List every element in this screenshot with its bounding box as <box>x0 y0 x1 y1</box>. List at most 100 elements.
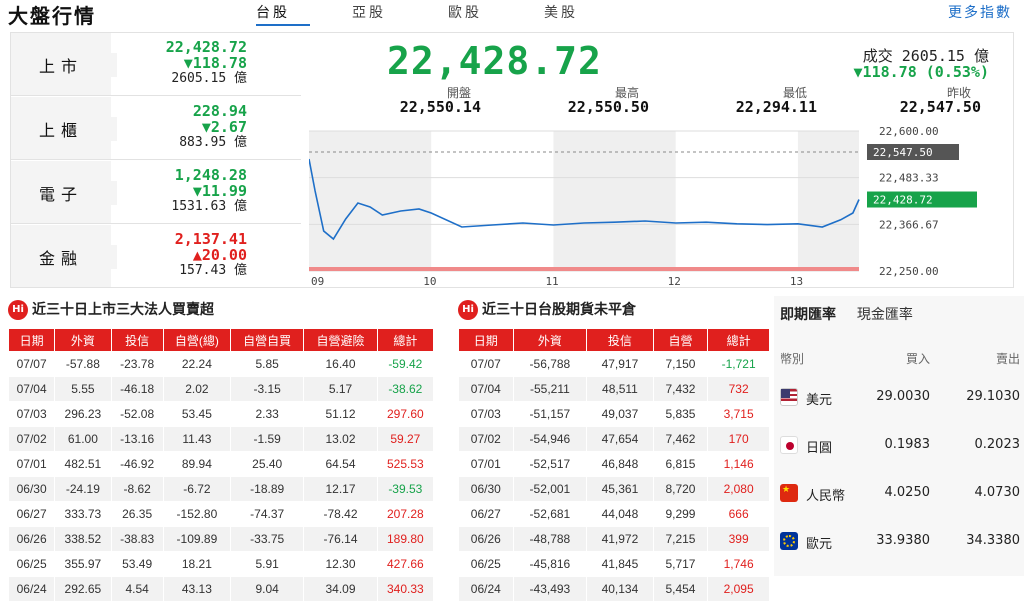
table-cell: 333.73 <box>64 507 102 521</box>
inst-col-header: 外資 <box>55 329 111 351</box>
table-cell: 355.97 <box>64 557 102 571</box>
table-cell: 06/30 <box>9 477 55 501</box>
table-cell: 16.40 <box>325 357 356 371</box>
table-row: 07/07 -57.88 -23.78 22.24 5.85 16.40 -59.42 <box>9 352 433 376</box>
inst-col-header: 自營避險 <box>304 329 377 351</box>
table-cell: 338.52 <box>55 527 111 551</box>
ohlc-high: 最高 22,550.50 <box>567 86 649 116</box>
table-cell: 18.21 <box>181 557 212 571</box>
table-cell: 9.04 <box>231 577 304 601</box>
table-cell: 06/25 <box>470 557 501 571</box>
table-cell: -1,721 <box>721 357 756 371</box>
fx-header: 幣別 買入 賣出 <box>780 352 1020 366</box>
table-cell: 5.91 <box>255 557 279 571</box>
table-row: 06/26 -48,788 41,972 7,215 399 <box>459 527 769 551</box>
table-cell: -45,816 <box>529 557 571 571</box>
index-change: ▼11.99 <box>192 182 247 200</box>
index-volume: 1531.63 億 <box>171 199 247 214</box>
index-row-electronics[interactable]: 電子 1,248.28 ▼11.99 1531.63 億 <box>11 161 301 224</box>
tab-cash-rate[interactable]: 現金匯率 <box>857 304 913 324</box>
x-tick-label: 12 <box>668 275 681 287</box>
index-name: 電子 <box>37 181 117 205</box>
table-cell: 207.28 <box>386 507 424 521</box>
table-cell: 06/25 <box>16 557 47 571</box>
table-cell: -76.14 <box>304 527 377 551</box>
tab-europe[interactable]: 歐股 <box>448 2 544 22</box>
table-cell: 5,835 <box>665 407 696 421</box>
tab-tw[interactable]: 台股 <box>256 2 352 22</box>
table-cell: -18.89 <box>231 477 304 501</box>
table-cell: 44,048 <box>601 507 639 521</box>
fx-row-usd[interactable]: 美元 29.0030 29.1030 <box>780 386 1020 410</box>
fx-row-cny[interactable]: ★ 人民幣 4.0250 4.0730 <box>780 482 1020 506</box>
table-cell: -46.92 <box>120 457 155 471</box>
fx-row-jpy[interactable]: 日圓 0.1983 0.2023 <box>780 434 1020 458</box>
eu-flag-icon <box>780 532 798 550</box>
table-cell: 07/04 <box>459 377 513 401</box>
index-row-finance[interactable]: 金融 2,137.41 ▲20.00 157.43 億 <box>11 225 301 288</box>
table-cell: -39.53 <box>377 477 433 501</box>
table-cell: -57.88 <box>65 357 100 371</box>
table-row: 06/27 333.73 26.35 -152.80 -74.37 -78.42 207.2… <box>9 502 433 526</box>
table-cell: 26.35 <box>122 507 153 521</box>
index-row-otc[interactable]: 上櫃 228.94 ▼2.67 883.95 億 <box>11 97 301 160</box>
table-cell: -54,946 <box>513 427 587 451</box>
table-cell: 07/02 <box>459 427 513 451</box>
table-cell: 07/03 <box>470 407 501 421</box>
main-change: ▼118.78 (0.53%) <box>853 63 989 81</box>
table-cell: 2.33 <box>255 407 279 421</box>
table-cell: 06/30 <box>459 477 513 501</box>
index-list: 上市 22,428.72 ▼118.78 2605.15 億 上櫃 228.94… <box>11 33 301 289</box>
table-cell: -74.37 <box>250 507 285 521</box>
x-tick-label: 10 <box>423 275 436 287</box>
intraday-chart: 22,600.00 22,483.33 22,366.67 22,250.00 22,5… <box>308 125 1011 288</box>
table-cell: 2.02 <box>163 377 231 401</box>
table-cell: -6.72 <box>163 477 231 501</box>
active-tab-indicator <box>256 24 310 26</box>
fx-row-eur[interactable]: 歐元 33.9380 34.3380 <box>780 530 1020 554</box>
index-change: ▼2.67 <box>201 118 247 136</box>
table-cell: 189.80 <box>377 527 433 551</box>
index-value: 2,137.41 <box>174 230 247 248</box>
table-cell: 07/07 <box>16 357 47 371</box>
top-bar: 大盤行情 台股 亞股 歐股 美股 更多指數 <box>0 0 1024 28</box>
table-row: 07/03 296.23 -52.08 53.45 2.33 51.12 297.60 <box>9 402 433 426</box>
table-cell: 22.24 <box>181 357 212 371</box>
table-cell: -59.42 <box>388 357 423 371</box>
table-cell: -38.83 <box>111 527 163 551</box>
y-tick-label: 22,600.00 <box>879 125 939 138</box>
table-cell: -23.78 <box>120 357 155 371</box>
fut-section-title: Hi 近三十日台股期貨未平倉 <box>458 299 636 320</box>
tab-asia[interactable]: 亞股 <box>352 2 448 22</box>
inst-col-header: 投信 <box>111 329 163 351</box>
table-row: 07/07 -56,788 47,917 7,150 -1,721 <box>459 352 769 376</box>
tab-us[interactable]: 美股 <box>544 2 640 22</box>
index-value: 22,428.72 <box>165 38 247 56</box>
table-cell: -3.15 <box>231 377 304 401</box>
table-cell: 13.02 <box>304 427 377 451</box>
index-volume: 883.95 億 <box>179 135 247 150</box>
table-cell: 5,454 <box>653 577 708 601</box>
table-cell: 34.09 <box>304 577 377 601</box>
index-change: ▼118.78 <box>183 54 247 72</box>
table-cell: 07/02 <box>9 427 55 451</box>
table-cell: 46,848 <box>601 457 639 471</box>
table-cell: -56,788 <box>529 357 571 371</box>
table-cell: 06/27 <box>16 507 47 521</box>
table-header-row: 日期 外資 投信 自營(總) 自營自買 自營避險 總計 <box>9 329 433 351</box>
volume-bar <box>309 267 859 271</box>
index-row-twse[interactable]: 上市 22,428.72 ▼118.78 2605.15 億 <box>11 33 301 96</box>
more-indices-link[interactable]: 更多指數 <box>948 2 1012 22</box>
fut-col-header: 自營 <box>653 329 708 351</box>
table-cell: 7,462 <box>653 427 708 451</box>
table-cell: -109.89 <box>163 527 231 551</box>
table-cell: 3,715 <box>723 407 754 421</box>
table-cell: 292.65 <box>55 577 111 601</box>
table-row: 07/01 482.51 -46.92 89.94 25.40 64.54 525.53 <box>9 452 433 476</box>
page-title: 大盤行情 <box>8 4 96 28</box>
table-cell: -43,493 <box>513 577 587 601</box>
fx-panel: 即期匯率 現金匯率 幣別 買入 賣出 美元 29.0030 29.1030 日圓… <box>774 296 1024 576</box>
table-cell: 06/24 <box>9 577 55 601</box>
table-cell: 297.60 <box>386 407 424 421</box>
tab-spot-rate[interactable]: 即期匯率 <box>780 304 836 324</box>
